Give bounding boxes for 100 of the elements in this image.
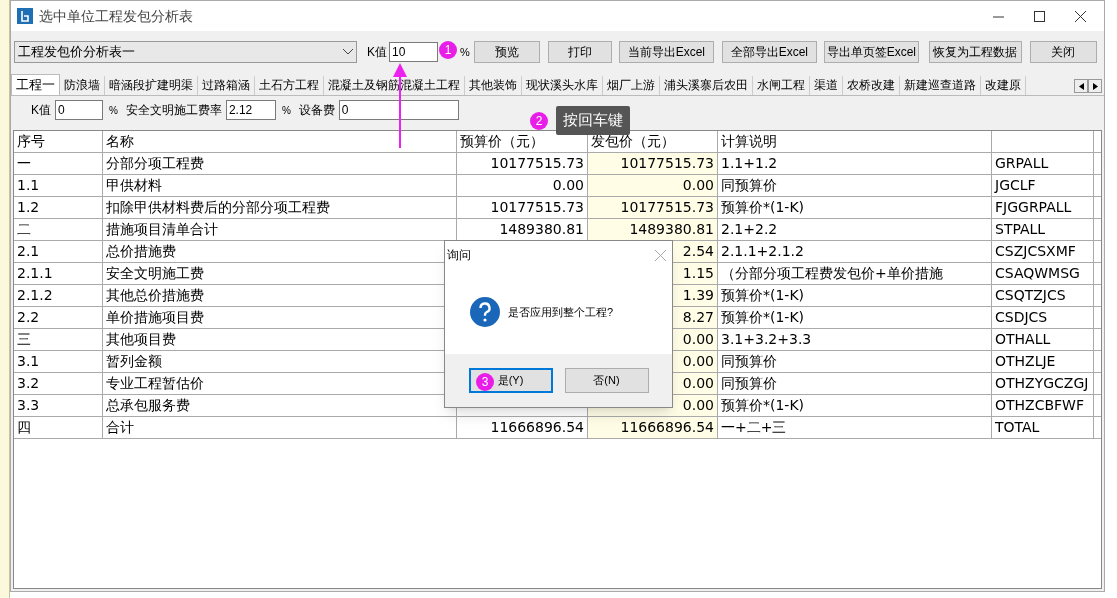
report-dropdown[interactable]: 工程发包价分析表一 <box>14 41 357 63</box>
table-cell-text: 安全文明施工费 <box>106 264 204 283</box>
table-cell-text: CSZJCSXMF <box>995 242 1076 261</box>
table-cell-text: 0.00 <box>682 374 714 393</box>
column-header: 预算价（元） <box>460 132 544 151</box>
table-cell-text: 0.00 <box>552 176 584 195</box>
table-cell-text: 2.1.1+2.1.2 <box>721 242 804 261</box>
table-cell-text: 单价措施项目费 <box>106 308 204 327</box>
table-cell-text: 3.2 <box>17 374 40 393</box>
table-cell-text: CSAQWMSG <box>995 264 1080 283</box>
toolbar-button[interactable]: 导出单页签Excel <box>823 41 919 63</box>
field-label: K值 <box>31 102 51 119</box>
table-cell-text: 11666896.54 <box>490 418 584 437</box>
table-cell-text: OTHALL <box>995 330 1051 349</box>
table-cell-text: 2.1+2.2 <box>721 220 778 239</box>
table-cell-text: 2.2 <box>17 308 40 327</box>
table-cell-text: JGCLF <box>995 176 1036 195</box>
table-cell-text: 预算价*(1-K) <box>721 286 805 305</box>
table-cell-text: 合计 <box>106 418 134 437</box>
table-cell-text: 总价措施费 <box>106 242 176 261</box>
table-cell-text: FJGGRPALL <box>995 198 1072 217</box>
table-cell-text: 三 <box>17 330 31 349</box>
table-cell-text: 2.1.1 <box>17 264 53 283</box>
table-cell-text: 甲供材料 <box>106 176 162 195</box>
column-header: 名称 <box>106 132 134 151</box>
input-field[interactable]: 2.12 <box>225 100 276 120</box>
window-title: 选中单位工程发包分析表 <box>39 6 193 26</box>
dialog-button[interactable]: 否(N) <box>564 368 649 393</box>
table-cell-text: 1.15 <box>682 264 714 283</box>
table-cell-text: 8.27 <box>682 308 714 327</box>
table-cell-text: 3.1 <box>17 352 40 371</box>
table-cell-text: CSDJCS <box>995 308 1048 327</box>
column-header: 计算说明 <box>721 132 777 151</box>
k-label: K值 <box>367 44 387 61</box>
table-cell-text: 1.1+1.2 <box>721 154 778 173</box>
input-field[interactable]: 0 <box>338 100 459 120</box>
table-cell-text: 预算价*(1-K) <box>721 308 805 327</box>
toolbar-button[interactable]: 恢复为工程数据 <box>928 41 1022 63</box>
table-cell-text: 预算价*(1-K) <box>721 198 805 217</box>
column-header: 发包价（元） <box>591 132 675 151</box>
toolbar-button[interactable]: 全部导出Excel <box>721 41 817 63</box>
table-cell-text: 0.00 <box>682 396 714 415</box>
table-cell-text: STPALL <box>995 220 1046 239</box>
table-cell-text: 总承包服务费 <box>106 396 190 415</box>
table-cell-text: CSQTZJCS <box>995 286 1066 305</box>
table-cell-text: 其他项目费 <box>106 330 176 349</box>
field-label: 设备费 <box>298 102 335 119</box>
table-cell-text: 0.00 <box>682 176 714 195</box>
table-cell-text: GRPALL <box>995 154 1049 173</box>
tooltip: 按回车键 <box>556 106 630 135</box>
column-header: 序号 <box>17 132 45 151</box>
table-cell-text: 10177515.73 <box>490 198 584 217</box>
table-cell-text: 3.3 <box>17 396 40 415</box>
input-field[interactable]: 0 <box>55 100 103 120</box>
table-cell-text: 扣除甲供材料费后的分部分项工程费 <box>106 198 330 217</box>
table-cell-text: 1.2 <box>17 198 40 217</box>
table-cell-text: TOTAL <box>995 418 1040 437</box>
table-cell-text: 暂列金额 <box>106 352 162 371</box>
table-cell-text: 预算价*(1-K) <box>721 396 805 415</box>
table-cell-text: 四 <box>17 418 31 437</box>
table-cell-text: 专业工程暂估价 <box>106 374 204 393</box>
dialog-message: 是否应用到整个工程? <box>508 304 614 320</box>
table-cell-text: 同预算价 <box>721 374 777 393</box>
table-cell-text: 2.1.2 <box>17 286 53 305</box>
table-cell-text: OTHZYGCZGJ <box>995 374 1089 393</box>
toolbar-button[interactable]: 当前导出Excel <box>618 41 714 63</box>
table-cell-text: 同预算价 <box>721 352 777 371</box>
table-cell-text: 同预算价 <box>721 176 777 195</box>
table-cell-text: 11666896.54 <box>620 418 714 437</box>
table-cell-text: 其他总价措施费 <box>106 286 204 305</box>
table-cell-text: 3.1+3.2+3.3 <box>721 330 812 349</box>
field-label: 安全文明施工费率 <box>125 102 222 119</box>
table-cell-text: 0.00 <box>682 352 714 371</box>
table-cell-text: OTHZLJE <box>995 352 1056 371</box>
table-cell-text: 分部分项工程费 <box>106 154 204 173</box>
unit-label: % <box>460 44 470 60</box>
table-cell-text: 1.39 <box>682 286 714 305</box>
tab[interactable]: 工程一 <box>11 74 60 95</box>
toolbar-button[interactable]: 关闭 <box>1029 41 1097 63</box>
table-cell-text: OTHZCBFWF <box>995 396 1085 415</box>
table-cell-text: 2.54 <box>682 242 714 261</box>
table-cell-text: 1489380.81 <box>629 220 714 239</box>
dialog-title: 询问 <box>447 247 471 264</box>
table-cell-text: 措施项目清单合计 <box>106 220 218 239</box>
toolbar-button[interactable]: 预览 <box>473 41 540 63</box>
table-cell-text: 0.00 <box>682 330 714 349</box>
table-cell-text: 10177515.73 <box>620 154 714 173</box>
table-cell-text: 1489380.81 <box>499 220 584 239</box>
table-cell-text: （分部分项工程费发包价+单价措施 <box>721 264 943 283</box>
toolbar-button[interactable]: 打印 <box>547 41 612 63</box>
unit-label: % <box>281 103 291 118</box>
table-cell-text: 一 <box>17 154 31 173</box>
table-cell-text: 一+二+三 <box>721 418 787 437</box>
unit-label: % <box>109 103 118 118</box>
table-cell-text: 1.1 <box>17 176 40 195</box>
table-cell-text: 10177515.73 <box>490 154 584 173</box>
k-input[interactable]: 10 <box>389 42 438 62</box>
table-cell-text: 10177515.73 <box>620 198 714 217</box>
table-cell-text: 2.1 <box>17 242 40 261</box>
table-cell-text: 二 <box>17 220 31 239</box>
